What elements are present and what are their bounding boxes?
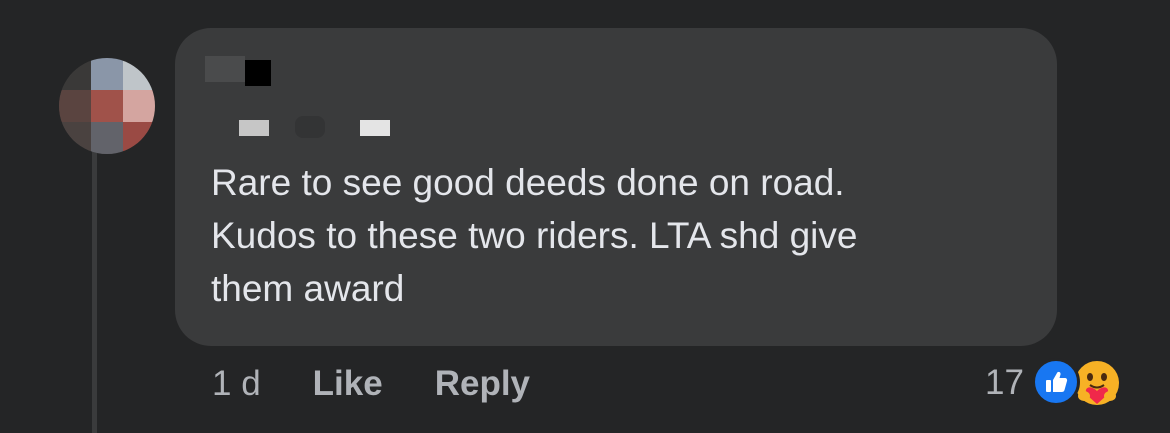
reactions-summary[interactable]: 17 [985,358,1132,408]
thread-line [92,150,97,433]
avatar[interactable] [59,58,155,154]
reaction-count[interactable]: 17 [985,363,1024,403]
comment-actions: 1 d Like Reply [212,362,530,406]
reaction-icons[interactable] [1031,358,1132,408]
comment-thread: Rare to see good deeds done on road. Kud… [0,0,1170,433]
timestamp[interactable]: 1 d [212,364,261,404]
like-button[interactable]: Like [313,364,383,404]
comment-text: Rare to see good deeds done on road. Kud… [211,162,858,309]
like-icon [1031,358,1080,406]
comment-bubble: Rare to see good deeds done on road. Kud… [175,28,1057,346]
reply-button[interactable]: Reply [435,364,530,404]
